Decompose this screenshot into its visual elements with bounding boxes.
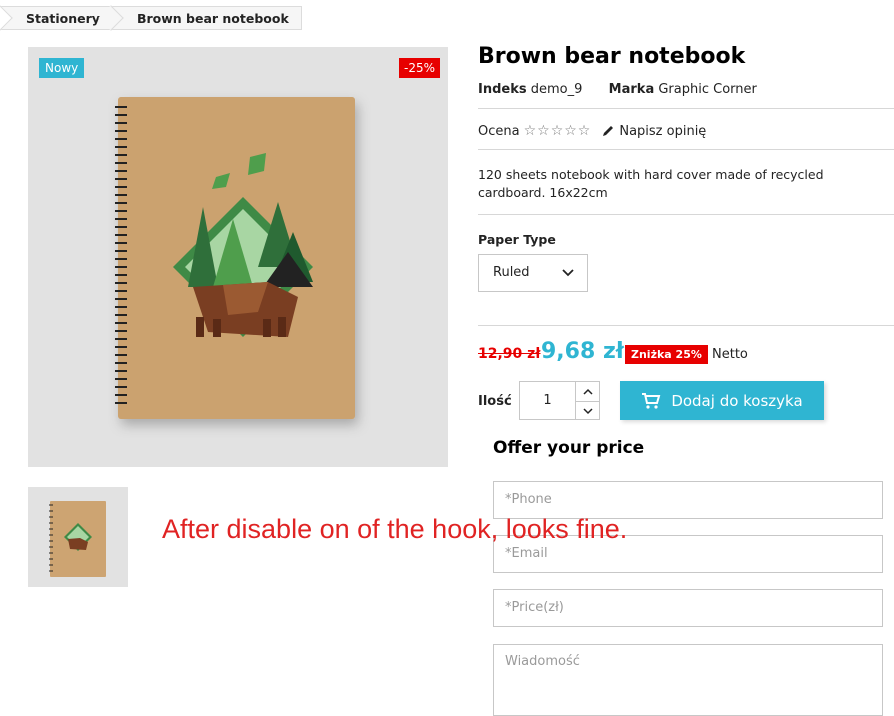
breadcrumb-item-stationery[interactable]: Stationery (0, 5, 124, 31)
index-value: demo_9 (530, 82, 583, 97)
add-to-cart-button[interactable]: Dodaj do koszyka (620, 381, 824, 420)
brand-label: Marka (608, 82, 655, 97)
regular-price: 12,90 zł (478, 346, 541, 362)
product-title: Brown bear notebook (478, 44, 746, 69)
rating-row: Ocena ☆☆☆☆☆ Napisz opinię (478, 123, 706, 139)
quantity-label: Ilość (478, 394, 512, 409)
divider (478, 149, 894, 150)
paper-type-label: Paper Type (478, 232, 556, 247)
product-description: 120 sheets notebook with hard cover made… (478, 167, 824, 200)
brand-value[interactable]: Graphic Corner (658, 82, 757, 97)
shopping-cart-icon (642, 392, 661, 409)
breadcrumb: Stationery Brown bear notebook (0, 5, 302, 31)
offer-title: Offer your price (493, 438, 645, 458)
chevron-up-icon (582, 388, 593, 395)
annotation-text: After disable on of the hook, looks fine… (162, 514, 628, 544)
product-thumbnail[interactable] (28, 487, 128, 587)
notebook-illustration (115, 97, 355, 419)
message-textarea[interactable]: Wiadomość (493, 644, 883, 716)
decrease-quantity-button[interactable] (576, 401, 599, 420)
breadcrumb-label: Brown bear notebook (136, 11, 289, 26)
rating-label: Ocena (478, 123, 520, 139)
current-price: 9,68 zł (541, 339, 624, 364)
discount-tag: Zniżka 25% (625, 345, 708, 364)
notebook-thumbnail-icon (49, 501, 106, 577)
divider (478, 325, 894, 326)
quantity-input[interactable]: 1 (519, 381, 576, 420)
breadcrumb-item-current: Brown bear notebook (112, 6, 302, 30)
tax-label: Netto (712, 347, 748, 362)
increase-quantity-button[interactable] (576, 382, 599, 402)
badge-discount: -25% (399, 58, 441, 78)
index-label: Indeks (478, 82, 527, 97)
price-field[interactable]: *Price(zł) (493, 589, 883, 627)
badge-new: Nowy (39, 58, 85, 78)
chevron-down-icon (582, 407, 593, 414)
product-main-image[interactable] (28, 47, 448, 467)
add-to-cart-label: Dodaj do koszyka (671, 391, 803, 410)
breadcrumb-label: Stationery (26, 11, 100, 26)
paper-type-value: Ruled (493, 265, 530, 280)
write-review-label: Napisz opinię (619, 123, 707, 139)
divider (478, 214, 894, 215)
paper-type-select[interactable]: Ruled (478, 254, 588, 292)
product-meta: Indeks demo_9 Marka Graphic Corner (478, 82, 757, 97)
quantity-stepper (576, 381, 600, 420)
chevron-down-icon (562, 269, 574, 277)
pencil-icon (603, 126, 614, 136)
rating-stars-icon: ☆☆☆☆☆ (523, 123, 592, 139)
write-review-link[interactable]: Napisz opinię (601, 124, 706, 139)
divider (478, 108, 894, 109)
